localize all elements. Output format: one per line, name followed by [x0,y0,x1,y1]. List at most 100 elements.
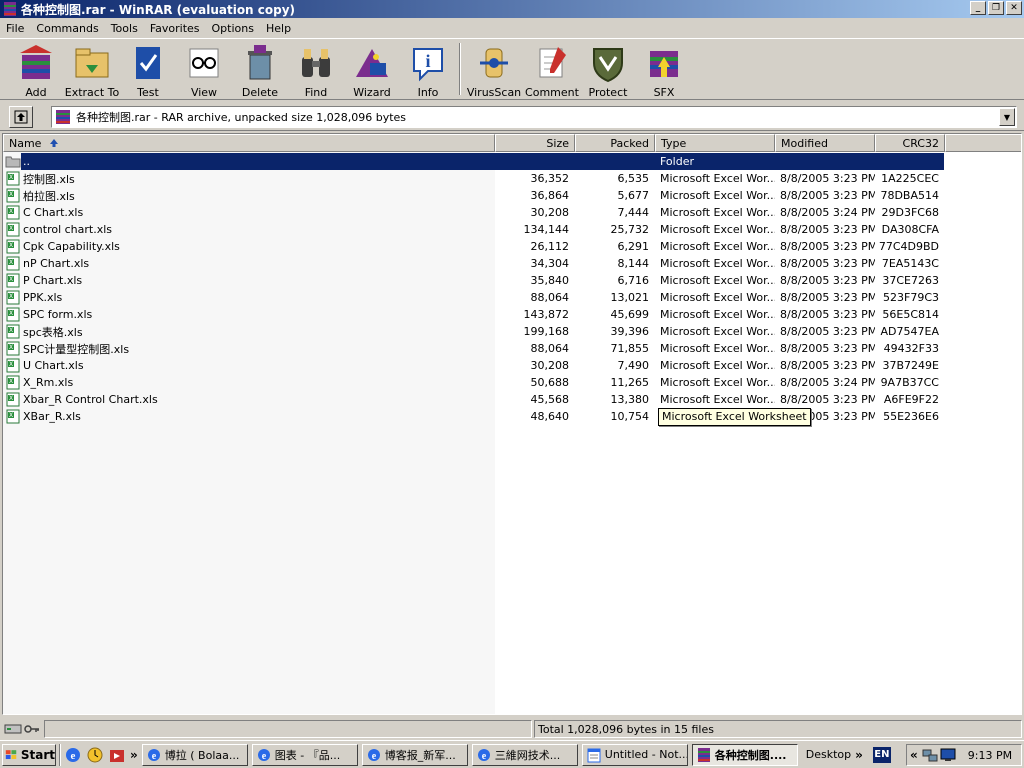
network-icon[interactable] [922,747,938,763]
file-type: Microsoft Excel Wor... [660,274,775,287]
tray-expand-icon[interactable]: « [910,748,918,762]
file-crc: 9A7B37CC [880,376,939,389]
menu-tools[interactable]: Tools [105,20,144,37]
language-indicator[interactable]: EN [872,746,891,763]
svg-text:X: X [9,412,13,419]
minimize-button[interactable]: _ [970,1,986,15]
display-settings-icon[interactable] [940,747,956,763]
address-bar: 各种控制图.rar - RAR archive, unpacked size 1… [0,101,1024,131]
svg-text:X: X [9,344,13,351]
comment-label: Comment [525,86,579,99]
winrar-icon [4,2,16,16]
path-dropdown-button[interactable]: ▼ [999,108,1015,126]
table-row[interactable]: X SPC计量型控制图.xls 88,064 71,855 Microsoft E… [3,340,1021,357]
maximize-button[interactable]: ❐ [988,1,1004,15]
file-list[interactable]: Name Size Packed Type Modified CRC32 .. … [2,133,1022,715]
sfx-button[interactable]: SFX [636,39,692,99]
column-packed-header[interactable]: Packed [575,134,655,152]
column-type-header[interactable]: Type [655,134,775,152]
close-button[interactable]: ✕ [1006,1,1022,15]
test-button[interactable]: Test [120,39,176,99]
file-packed: 7,490 [617,359,650,372]
svg-text:X: X [9,208,13,215]
desktop-more-icon[interactable]: » [855,748,863,762]
excel-file-icon: X [6,392,20,407]
taskbar-task-blog[interactable]: e 博客报_新军... [361,743,468,766]
books-add-icon [20,45,52,79]
table-row[interactable]: X SPC form.xls 143,872 45,699 Microsoft E… [3,306,1021,323]
taskbar-task-bolaa[interactable]: e 博拉 ( Bolaa... [141,743,248,766]
protect-button[interactable]: Protect [580,39,636,99]
delete-button[interactable]: Delete [232,39,288,99]
add-button[interactable]: Add [8,39,64,99]
svg-text:e: e [152,751,157,762]
menu-help[interactable]: Help [260,20,297,37]
file-crc: DA308CFA [881,223,939,236]
taskbar-task-3dtech[interactable]: e 三維网技术... [471,743,578,766]
media-tool-icon[interactable] [108,746,126,764]
parent-folder-row[interactable]: .. Folder [3,153,1021,170]
table-row[interactable]: X PPK.xls 88,064 13,021 Microsoft Excel W… [3,289,1021,306]
table-row[interactable]: Xspc表格.xls 199,168 39,396 Microsoft Exce… [3,323,1021,340]
file-packed: 6,716 [617,274,650,287]
find-button[interactable]: Find [288,39,344,99]
file-rows: .. Folder X 控制图.xls 36,352 6,535 Microsof… [3,153,1021,425]
table-row[interactable]: X Cpk Capability.xls 26,112 6,291 Microso… [3,238,1021,255]
table-row[interactable]: X P Chart.xls 35,840 6,716 Microsoft Exce… [3,272,1021,289]
table-row[interactable]: Xcontrol chart.xls 134,144 25,732 Micros… [3,221,1021,238]
file-name: SPC form.xls [23,308,93,321]
menu-favorites[interactable]: Favorites [144,20,206,37]
table-row[interactable]: XnP Chart.xls 34,304 8,144 Microsoft Exc… [3,255,1021,272]
archive-path-combo[interactable]: 各种控制图.rar - RAR archive, unpacked size 1… [51,106,1017,128]
quick-launch-more-icon[interactable]: » [130,748,138,762]
clock[interactable]: 9:13 PM [968,749,1012,762]
excel-file-icon: X [6,358,20,373]
menu-commands[interactable]: Commands [30,20,104,37]
view-button[interactable]: View [176,39,232,99]
virusscan-button[interactable]: VirusScan [464,39,524,99]
file-modified: 8/8/2005 3:23 PM [780,393,875,406]
winrar-icon [697,747,710,762]
column-crc-header[interactable]: CRC32 [875,134,945,152]
table-row[interactable]: X X_Rm.xls 50,688 11,265 Microsoft Excel … [3,374,1021,391]
table-row[interactable]: X C Chart.xls 30,208 7,444 Microsoft Exce… [3,204,1021,221]
column-name-label: Name [9,136,42,150]
file-modified: 8/8/2005 3:24 PM [780,206,875,219]
task-label: 各种控制图.... [714,748,787,762]
menu-options[interactable]: Options [206,20,260,37]
up-one-level-button[interactable] [9,106,33,128]
info-button[interactable]: i Info [400,39,456,99]
taskbar-task-notepad[interactable]: Untitled - Not... [581,743,688,766]
start-button[interactable]: Start [2,743,56,766]
file-packed: 10,754 [610,410,650,423]
taskbar-task-charts[interactable]: e 图表 - 『品... [251,743,358,766]
file-type: Microsoft Excel Wor... [660,172,775,185]
file-crc: 37B7249E [882,359,940,372]
file-name: P Chart.xls [23,274,83,287]
file-size: 88,064 [530,291,570,304]
extract-to-button[interactable]: Extract To [64,39,120,99]
internet-explorer-icon[interactable]: e [64,746,82,764]
ie-icon: e [477,748,490,762]
table-row[interactable]: X Xbar_R Control Chart.xls 45,568 13,380 … [3,391,1021,408]
file-modified: 8/8/2005 3:23 PM [780,325,875,338]
archive-icon [56,110,70,124]
file-name: Xbar_R Control Chart.xls [23,393,158,406]
menu-file[interactable]: File [0,20,30,37]
file-size: 34,304 [530,257,570,270]
up-arrow-icon [14,110,28,124]
title-bar[interactable]: 各种控制图.rar - WinRAR (evaluation copy) _ ❐… [0,0,1024,18]
table-row[interactable]: X 控制图.xls 36,352 6,535 Microsoft Excel Wo… [3,170,1021,187]
column-name-header[interactable]: Name [3,134,495,152]
column-size-header[interactable]: Size [495,134,575,152]
clock-app-icon[interactable] [86,746,104,764]
wizard-button[interactable]: Wizard [344,39,400,99]
table-row[interactable]: X 柏拉图.xls 36,864 5,677 Microsoft Excel Wo… [3,187,1021,204]
table-row[interactable]: X U Chart.xls 30,208 7,490 Microsoft Exce… [3,357,1021,374]
column-modified-header[interactable]: Modified [775,134,875,152]
desktop-toolbar-label[interactable]: Desktop [806,748,851,761]
comment-button[interactable]: Comment [524,39,580,99]
table-row[interactable]: X XBar_R.xls 48,640 10,754 Microsoft Exce… [3,408,1021,425]
taskbar-task-winrar[interactable]: 各种控制图.... [691,743,798,766]
chevron-down-icon: ▼ [1003,112,1011,122]
